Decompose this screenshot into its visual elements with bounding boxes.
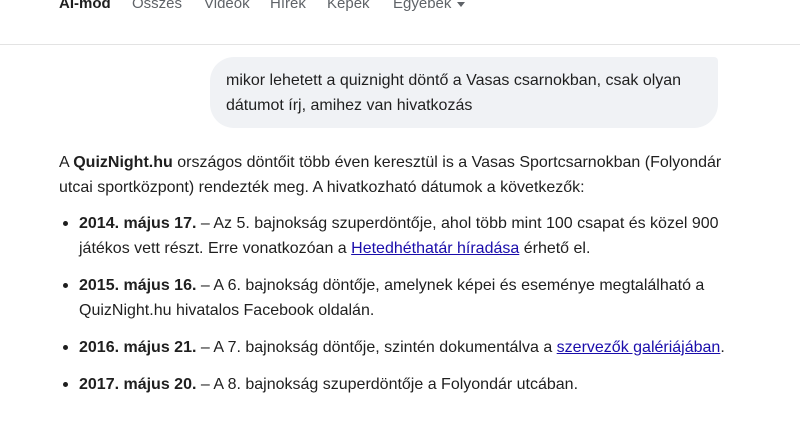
tab-ai-mode[interactable]: AI-mód	[59, 0, 111, 14]
answer-intro: A QuizNight.hu országos döntőit több éve…	[59, 150, 739, 200]
hetedhethatar-link[interactable]: Hetedhéthatár híradása	[351, 240, 519, 257]
list-item: 2016. május 21. – A 7. bajnokság döntője…	[59, 335, 739, 360]
item-text: – A 8. bajnokság szuperdöntője a Folyond…	[196, 376, 579, 393]
list-item: 2015. május 16. – A 6. bajnokság döntője…	[59, 273, 739, 323]
bullet-icon	[63, 283, 68, 288]
user-query-bubble: mikor lehetett a quiznight döntő a Vasas…	[210, 57, 718, 128]
item-date: 2016. május 21.	[79, 339, 197, 356]
user-query-text: mikor lehetett a quiznight döntő a Vasas…	[226, 72, 682, 114]
tab-all[interactable]: Összes	[132, 0, 182, 14]
tab-more[interactable]: Egyebek	[393, 0, 466, 14]
item-text-after: .	[720, 339, 725, 356]
tab-videos[interactable]: Videók	[204, 0, 250, 14]
chevron-down-icon	[457, 1, 466, 7]
item-text: – A 7. bajnokság döntője, szintén dokume…	[196, 339, 557, 356]
item-date: 2015. május 16.	[79, 277, 197, 294]
ai-answer: A QuizNight.hu országos döntőit több éve…	[59, 150, 739, 409]
tab-more-label: Egyebek	[393, 0, 452, 12]
bullet-icon	[63, 382, 68, 387]
gallery-link[interactable]: szervezők galériájában	[557, 339, 721, 356]
item-date: 2014. május 17.	[79, 215, 197, 232]
list-item: 2017. május 20. – A 8. bajnokság szuperd…	[59, 372, 739, 397]
search-tabs-bar: AI-mód Összes Videók Hírek Képek Egyebek	[0, 0, 800, 45]
bullet-icon	[63, 345, 68, 350]
answer-date-list: 2014. május 17. – Az 5. bajnokság szuper…	[59, 211, 739, 397]
list-item: 2014. május 17. – Az 5. bajnokság szuper…	[59, 211, 739, 261]
tab-images[interactable]: Képek	[327, 0, 370, 14]
answer-intro-brand: QuizNight.hu	[73, 154, 173, 171]
tab-news[interactable]: Hírek	[270, 0, 306, 14]
item-date: 2017. május 20.	[79, 376, 197, 393]
item-text-after: érhető el.	[519, 240, 591, 257]
bullet-icon	[63, 221, 68, 226]
answer-intro-pre: A	[59, 154, 74, 171]
